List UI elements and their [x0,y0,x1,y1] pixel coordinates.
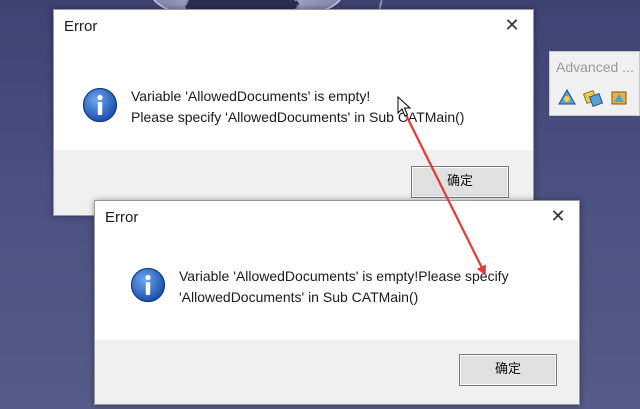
message-line: 'AllowedDocuments' in Sub CATMain() [179,289,419,305]
dialog-titlebar[interactable]: Error ✕ [54,10,533,40]
ok-button[interactable]: 确定 [411,166,509,198]
message-line: Please specify 'AllowedDocuments' in Sub… [131,109,465,125]
dialog-title: Error [105,209,139,226]
toolbar-icons [556,88,630,108]
error-dialog-fixed: Error ✕ Variable 'AllowedDocuments' is e… [94,200,580,405]
dialog-message: Variable 'AllowedDocuments' is empty! Pl… [131,86,521,128]
advanced-toolbar: Advanced ... [549,51,640,116]
close-icon[interactable]: ✕ [501,14,523,36]
toolbar-tool-icon-2[interactable] [582,88,604,108]
ok-button[interactable]: 确定 [459,354,557,386]
dialog-message: Variable 'AllowedDocuments' is empty!Ple… [179,266,569,308]
message-line: Variable 'AllowedDocuments' is empty! [131,88,371,104]
close-icon[interactable]: ✕ [547,205,569,227]
info-icon [130,267,166,303]
toolbar-tool-icon-1[interactable] [556,88,578,108]
message-line: Variable 'AllowedDocuments' is empty!Ple… [179,268,509,284]
toolbar-tool-icon-3[interactable] [608,88,630,108]
info-icon [82,87,118,123]
dialog-titlebar[interactable]: Error ✕ [95,201,579,231]
toolbar-title: Advanced ... [556,59,634,75]
dialog-title: Error [64,18,98,35]
error-dialog-original: Error ✕ Variable 'AllowedDocuments' is e… [53,9,534,216]
